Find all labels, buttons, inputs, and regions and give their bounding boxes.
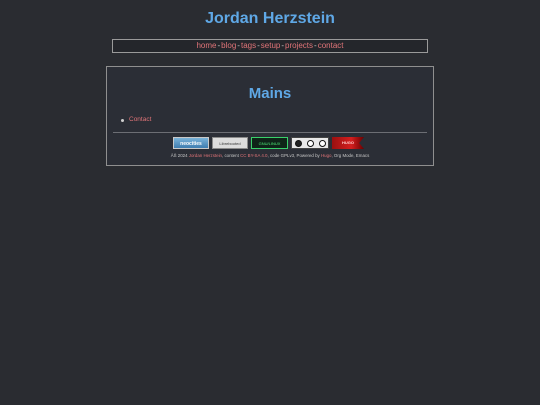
code-text: , code GPLv3, Powered by	[267, 153, 320, 158]
license-link[interactable]: CC BY-SA 4.0	[240, 153, 267, 158]
cc-icon	[294, 139, 302, 147]
copyright: ÂŠ 2024	[170, 153, 188, 158]
main-content: Mains Contact neocities Librebooted GNU/…	[106, 66, 434, 166]
top-nav: home-blog-tags-setup-projects-contact	[112, 39, 428, 53]
nav-contact-link[interactable]: contact	[318, 41, 344, 50]
sa-icon	[318, 139, 326, 147]
nav-setup-link[interactable]: setup	[261, 41, 281, 50]
badge-row: neocities Librebooted GNU/LINUX HUGO	[173, 137, 364, 149]
nav-projects-link[interactable]: projects	[285, 41, 313, 50]
hugo-badge[interactable]: HUGO	[332, 137, 364, 149]
footer-suffix: , Org Mode, Emacs	[331, 153, 370, 158]
cc-license-badge[interactable]	[291, 137, 329, 149]
page-heading: Mains	[248, 85, 292, 102]
gnu-linux-badge[interactable]: GNU/LINUX	[251, 137, 288, 149]
nav-tags-link[interactable]: tags	[241, 41, 256, 50]
librebooted-badge[interactable]: Librebooted	[212, 137, 248, 149]
nav-blog-link[interactable]: blog	[221, 41, 236, 50]
hugo-link[interactable]: Hugo	[321, 153, 332, 158]
nav-home-link[interactable]: home	[196, 41, 216, 50]
by-icon	[306, 139, 314, 147]
list-item: Contact	[121, 116, 151, 123]
footer-divider	[113, 132, 427, 133]
footer-text: ÂŠ 2024 Jordan Herzstein, content CC BY-…	[107, 153, 433, 158]
author-link[interactable]: Jordan Herzstein	[189, 153, 222, 158]
content-text: , content	[222, 153, 239, 158]
site-title[interactable]: Jordan Herzstein	[0, 10, 540, 28]
neocities-badge[interactable]: neocities	[173, 137, 209, 149]
page-list: Contact	[121, 116, 151, 123]
contact-link[interactable]: Contact	[129, 116, 151, 123]
